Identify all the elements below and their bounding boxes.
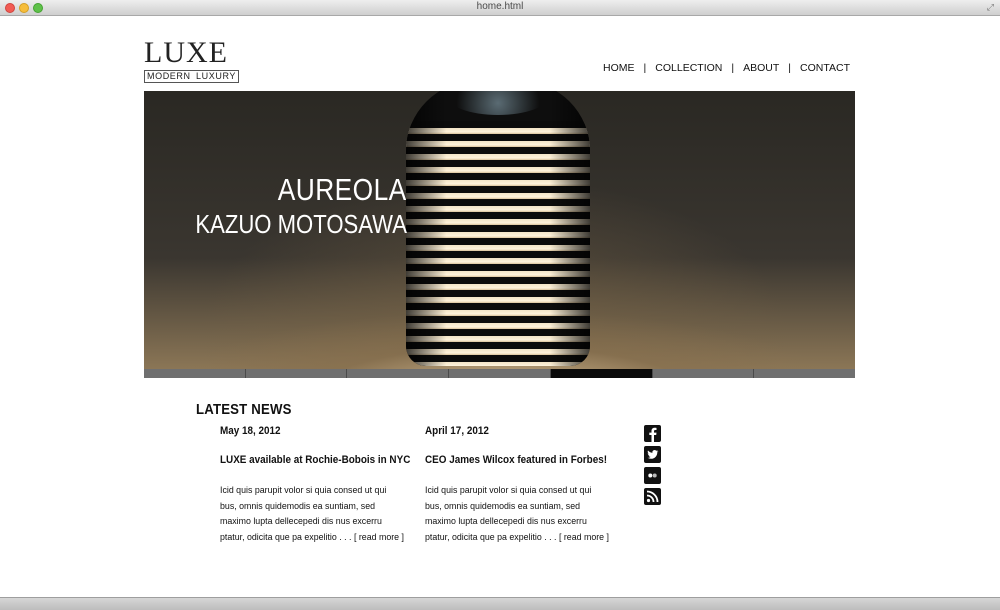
- news-item: April 17, 2012 CEO James Wilcox featured…: [425, 425, 610, 545]
- twitter-icon[interactable]: [644, 446, 661, 463]
- logo-tagline-right: LUXURY: [196, 71, 236, 81]
- site-logo[interactable]: LUXE MODERN LUXURY: [144, 38, 239, 83]
- slide-indicator[interactable]: [652, 369, 755, 378]
- fullscreen-icon[interactable]: ⤢: [987, 2, 994, 13]
- news-item: May 18, 2012 LUXE available at Rochie-Bo…: [220, 425, 410, 545]
- nav-separator: |: [731, 62, 735, 74]
- window-titlebar: home.html ⤢: [0, 0, 1000, 16]
- nav-collection[interactable]: COLLECTION: [655, 62, 722, 74]
- news-date: May 18, 2012: [220, 425, 281, 437]
- hero-subtitle: KAZUO MOTOSAWA: [195, 209, 407, 239]
- hero-lamp-image: [406, 91, 590, 366]
- news-date: April 17, 2012: [425, 425, 489, 437]
- slide-indicator[interactable]: [144, 369, 246, 378]
- read-more-link[interactable]: [ read more ]: [354, 532, 404, 543]
- slide-indicator[interactable]: [754, 369, 856, 378]
- window-title: home.html: [476, 1, 524, 12]
- lamp-shading: [406, 91, 590, 366]
- logo-tagline-left: MODERN: [147, 71, 191, 81]
- latest-news-heading: LATEST NEWS: [196, 401, 292, 418]
- nav-about[interactable]: ABOUT: [743, 62, 779, 74]
- news-body: Icid quis parupit volor si quia consed u…: [220, 483, 404, 545]
- news-body: Icid quis parupit volor si quia consed u…: [425, 483, 609, 545]
- nav-contact[interactable]: CONTACT: [800, 62, 850, 74]
- hero-slide-pager: [144, 369, 856, 378]
- slide-indicator[interactable]: [245, 369, 348, 378]
- flickr-icon[interactable]: [644, 467, 661, 484]
- facebook-icon[interactable]: [644, 425, 661, 442]
- news-headline[interactable]: LUXE available at Rochie-Bobois in NYC: [220, 454, 410, 466]
- logo-wordmark: LUXE: [144, 36, 228, 69]
- nav-separator: |: [788, 62, 792, 74]
- read-more-link[interactable]: [ read more ]: [559, 532, 609, 543]
- slide-indicator[interactable]: [550, 369, 653, 378]
- logo-tagline: MODERN LUXURY: [144, 70, 239, 83]
- hero-banner[interactable]: AUREOLA KAZUO MOTOSAWA: [144, 91, 855, 369]
- slide-indicator[interactable]: [347, 369, 450, 378]
- hero-title: AUREOLA: [278, 172, 407, 207]
- social-links: [644, 425, 661, 509]
- news-headline[interactable]: CEO James Wilcox featured in Forbes!: [425, 454, 607, 466]
- nav-separator: |: [643, 62, 647, 74]
- main-nav: HOME | COLLECTION | ABOUT | CONTACT: [603, 62, 850, 74]
- nav-home[interactable]: HOME: [603, 62, 635, 74]
- slide-indicator[interactable]: [449, 369, 551, 378]
- window-bottom-bar: [0, 597, 1000, 610]
- rss-icon[interactable]: [644, 488, 661, 505]
